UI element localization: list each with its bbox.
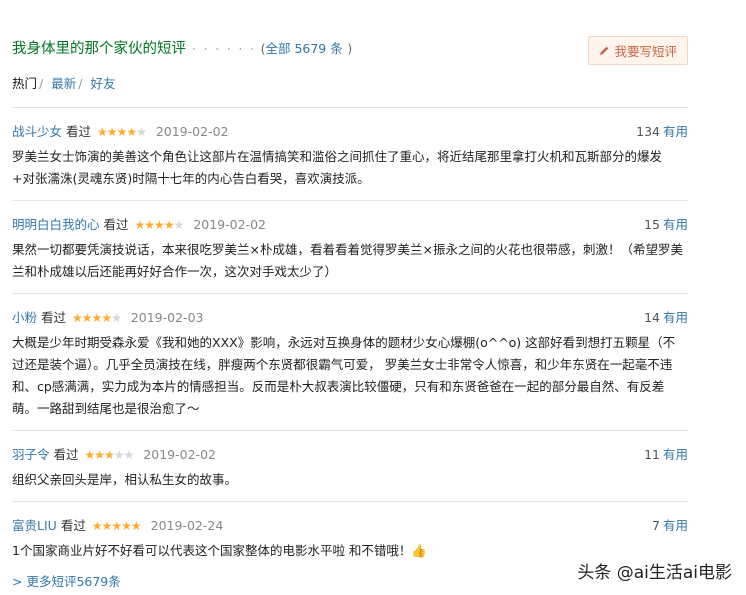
comment-meta: 明明白白我的心 看过 ★★★★★ 2019-02-02 15 有用 xyxy=(12,214,688,232)
vote-count: 11 xyxy=(644,447,660,462)
star-icon: ★ xyxy=(81,311,93,325)
comment-text: 组织父亲回头是岸，相认私生女的故事。 xyxy=(12,472,238,487)
vote-area: 14 有用 xyxy=(644,307,688,326)
section-header: 我身体里的那个家伙的短评 · · · · · · (全部 5679 条 ) 我要写… xyxy=(12,0,688,66)
seen-label: 看过 xyxy=(60,518,86,533)
star-icon: ★ xyxy=(113,448,125,462)
tab-separator: / xyxy=(39,76,44,91)
rating-stars: ★★★★★ xyxy=(72,311,122,325)
comment-text: 罗美兰女士饰演的美善这个角色让这部片在温情搞笑和滥俗之间抓住了重心，将近结尾那里… xyxy=(12,149,663,186)
comment-text: 大概是少年时期受森永爱《我和她的XXX》影响，永远对互换身体的题材少女心爆棚(o… xyxy=(12,335,676,416)
comment-date: 2019-02-02 xyxy=(193,217,266,232)
star-icon: ★ xyxy=(101,311,112,325)
seen-label: 看过 xyxy=(41,310,67,325)
comment-meta: 羽子令 看过 ★★★★★ 2019-02-02 11 有用 xyxy=(12,444,688,462)
vote-count: 134 xyxy=(636,124,660,139)
star-icon: ★ xyxy=(121,519,132,533)
title-dots: · · · · · · xyxy=(192,42,256,56)
write-comment-label: 我要写短评 xyxy=(614,44,677,59)
useful-button[interactable]: 有用 xyxy=(663,447,688,462)
tab-friends[interactable]: 好友 xyxy=(90,76,115,91)
paren-close: ) xyxy=(347,41,353,56)
star-icon: ★ xyxy=(130,519,142,533)
comment-user-link[interactable]: 战斗少女 xyxy=(12,124,62,139)
title-text: 我身体里的那个家伙的短评 xyxy=(12,41,186,57)
rating-stars: ★★★★★ xyxy=(91,519,142,533)
comment-meta: 小粉 看过 ★★★★★ 2019-02-03 14 有用 xyxy=(12,307,688,325)
vote-count: 15 xyxy=(644,217,660,232)
star-icon: ★ xyxy=(134,218,146,232)
star-icon: ★ xyxy=(163,218,175,232)
rating-stars: ★★★★★ xyxy=(134,218,185,232)
comment-user-link[interactable]: 小粉 xyxy=(12,310,37,325)
comment-user-link[interactable]: 羽子令 xyxy=(12,447,50,462)
sort-tabs: 热门 / 最新 / 好友 xyxy=(12,73,115,92)
star-icon: ★ xyxy=(123,448,135,462)
vote-area: 11 有用 xyxy=(644,444,688,463)
seen-label: 看过 xyxy=(53,447,79,462)
useful-button[interactable]: 有用 xyxy=(663,518,688,533)
vote-count: 14 xyxy=(644,310,660,325)
star-icon: ★ xyxy=(116,125,128,139)
star-icon: ★ xyxy=(154,218,165,232)
vote-area: 15 有用 xyxy=(644,214,688,233)
star-icon: ★ xyxy=(111,519,122,533)
star-icon: ★ xyxy=(84,448,96,462)
rating-stars: ★★★★★ xyxy=(97,125,147,139)
tab-separator: / xyxy=(78,76,83,91)
tab-latest[interactable]: 最新 xyxy=(51,76,76,91)
comment-date: 2019-02-02 xyxy=(143,447,216,462)
star-icon: ★ xyxy=(126,125,137,139)
star-icon: ★ xyxy=(173,218,185,232)
star-icon: ★ xyxy=(104,448,115,462)
comment-item: 羽子令 看过 ★★★★★ 2019-02-02 11 有用 组织父亲回头是岸，相认私… xyxy=(12,430,688,501)
rating-stars: ★★★★★ xyxy=(84,448,135,462)
star-icon: ★ xyxy=(91,311,103,325)
useful-button[interactable]: 有用 xyxy=(663,124,688,139)
useful-button[interactable]: 有用 xyxy=(663,310,688,325)
write-comment-button[interactable]: 我要写短评 xyxy=(588,36,688,65)
vote-area: 7 有用 xyxy=(652,515,688,534)
comment-user-link[interactable]: 明明白白我的心 xyxy=(12,217,100,232)
star-icon: ★ xyxy=(106,125,118,139)
tab-hot[interactable]: 热门 xyxy=(12,76,37,91)
seen-label: 看过 xyxy=(66,124,92,139)
star-icon: ★ xyxy=(97,125,108,139)
star-icon: ★ xyxy=(91,519,103,533)
watermark: 头条 @ai生活ai电影 xyxy=(577,563,732,583)
comment-item: 战斗少女 看过 ★★★★★ 2019-02-02 134 有用 罗美兰女士饰演的美善… xyxy=(12,107,688,200)
section-title: 我身体里的那个家伙的短评 · · · · · · (全部 5679 条 ) xyxy=(12,37,352,58)
comments-section: 我身体里的那个家伙的短评 · · · · · · (全部 5679 条 ) 我要写… xyxy=(12,0,688,589)
comment-meta: 战斗少女 看过 ★★★★★ 2019-02-02 134 有用 xyxy=(12,121,688,139)
comment-item: 小粉 看过 ★★★★★ 2019-02-03 14 有用 大概是少年时期受森永爱《我… xyxy=(12,293,688,430)
star-icon: ★ xyxy=(72,311,83,325)
comment-user-link[interactable]: 富贵LIU xyxy=(12,518,57,533)
comment-text: 果然一切都要凭演技说话，本来很吃罗美兰×朴成雄，看着看着觉得罗美兰×振永之间的火… xyxy=(12,242,683,279)
vote-count: 7 xyxy=(652,518,660,533)
comment-date: 2019-02-03 xyxy=(130,310,204,325)
seen-label: 看过 xyxy=(103,217,129,232)
useful-button[interactable]: 有用 xyxy=(663,217,688,232)
star-icon: ★ xyxy=(136,125,147,139)
star-icon: ★ xyxy=(111,311,122,325)
comment-item: 明明白白我的心 看过 ★★★★★ 2019-02-02 15 有用 果然一切都要凭演… xyxy=(12,200,688,293)
vote-area: 134 有用 xyxy=(636,121,688,140)
comment-date: 2019-02-24 xyxy=(150,518,224,533)
star-icon: ★ xyxy=(101,519,113,533)
more-comments-link[interactable]: > 更多短评5679条 xyxy=(12,571,121,590)
comment-list: 战斗少女 看过 ★★★★★ 2019-02-02 134 有用 罗美兰女士饰演的美善… xyxy=(12,107,688,572)
all-comments-link[interactable]: 全部 5679 条 xyxy=(265,41,342,56)
comment-meta: 富贵LIU 看过 ★★★★★ 2019-02-24 7 有用 xyxy=(12,515,688,533)
star-icon: ★ xyxy=(144,218,155,232)
star-icon: ★ xyxy=(94,448,105,462)
comment-date: 2019-02-02 xyxy=(155,124,229,139)
pencil-icon xyxy=(599,44,610,59)
